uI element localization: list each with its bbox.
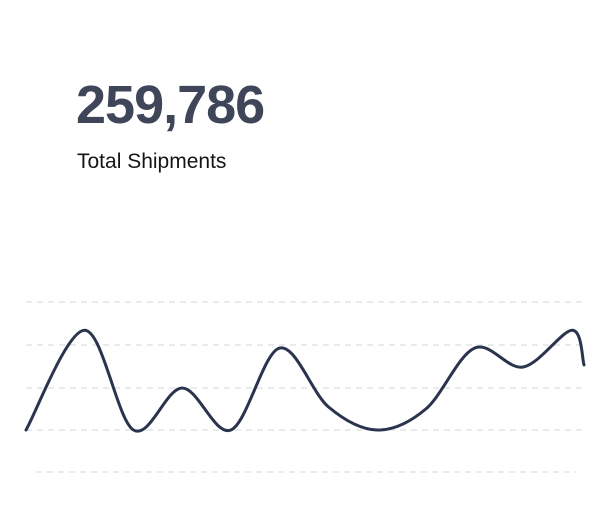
grid-lines: [26, 301, 584, 473]
shipments-sparkline: [24, 301, 586, 473]
